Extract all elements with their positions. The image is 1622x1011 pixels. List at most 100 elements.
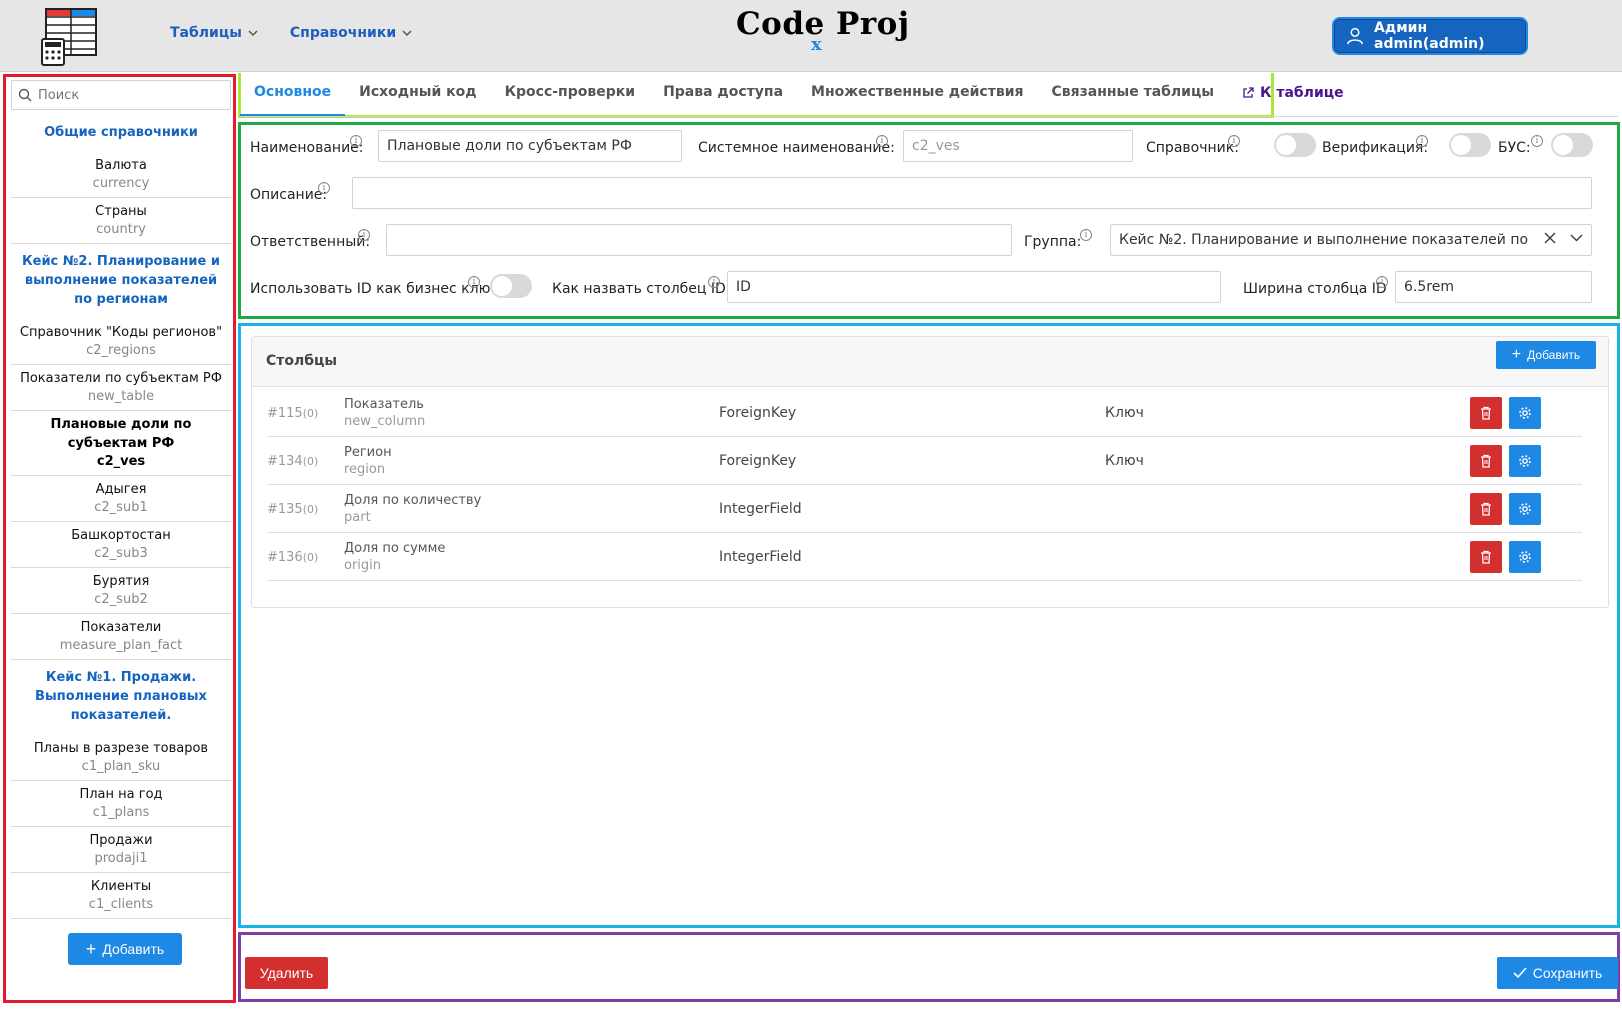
system-name-label: Системное наименование: [698,140,895,156]
sidebar-item-title: Валюта [95,158,147,173]
column-settings-button[interactable] [1509,541,1541,573]
sidebar-item[interactable]: Башкортостан c2_sub3 [11,522,231,568]
column-name: Доля по сумме origin [344,540,445,574]
bus-toggle[interactable] [1551,133,1593,157]
add-column-button[interactable]: + Добавить [1496,341,1596,369]
verification-toggle[interactable] [1449,133,1491,157]
column-id-value: #135 [267,502,303,517]
delete-column-button[interactable] [1470,397,1502,429]
sidebar-item-system-name: c2_regions [86,343,156,358]
info-icon[interactable]: i [1376,276,1388,288]
column-row: #115(0) Показатель new_column ForeignKey Клю… [267,388,1582,437]
column-type: IntegerField [719,501,802,517]
group-select[interactable]: Кейс №2. Планирование и выполнение показ… [1110,224,1592,256]
search-input[interactable] [38,87,218,103]
sidebar-item[interactable]: Показатели measure_plan_fact [11,614,231,660]
user-icon [1347,27,1363,45]
sidebar-item[interactable]: Планы в разрезе товаров c1_plan_sku [11,735,231,781]
sidebar-item-system-name: c2_sub2 [94,592,148,607]
save-label: Сохранить [1532,965,1603,981]
save-button[interactable]: Сохранить [1497,957,1618,989]
sidebar-add-button[interactable]: + Добавить [68,933,182,965]
info-icon[interactable]: i [708,276,720,288]
tab-bar: Основное Исходный код Кросс-проверки Пра… [240,78,1358,116]
chevron-down-icon[interactable] [1570,233,1583,243]
sidebar-item[interactable]: Валюта currency [11,152,231,198]
info-icon[interactable]: i [350,135,362,147]
delete-column-button[interactable] [1470,445,1502,477]
table-logo-icon[interactable] [40,7,100,67]
sidebar-item[interactable]: Показатели по субъектам РФ new_table [11,365,231,411]
nav-references[interactable]: Справочники [290,25,412,41]
tab-cross-checks[interactable]: Кросс-проверки [491,78,650,116]
sidebar-item-title: Плановые доли по субъектам РФ [50,417,192,451]
delete-button[interactable]: Удалить [245,957,328,989]
column-type: ForeignKey [719,405,797,421]
tab-main[interactable]: Основное [240,78,346,116]
nav-tables[interactable]: Таблицы [170,25,258,41]
info-icon[interactable]: i [1080,229,1092,241]
use-id-toggle[interactable] [490,274,532,298]
sidebar-item[interactable]: Бурятия c2_sub2 [11,568,231,614]
system-name-input[interactable]: c2_ves [903,130,1133,162]
reference-label: Справочник: [1146,140,1239,156]
sidebar-item[interactable]: Продажи prodaji1 [11,827,231,873]
footer-actions [238,932,1620,1002]
trash-icon [1481,454,1491,468]
id-column-name-input[interactable]: ID [727,271,1221,303]
reference-toggle[interactable] [1274,133,1316,157]
id-column-name-label: Как назвать столбец ID [552,281,726,297]
delete-column-button[interactable] [1470,541,1502,573]
group-select-value: Кейс №2. Планирование и выполнение показ… [1119,232,1529,248]
sidebar-item[interactable]: План на год c1_plans [11,781,231,827]
name-label: Наименование: [250,140,364,156]
id-column-width-input[interactable]: 6.5rem [1395,271,1592,303]
sidebar-item-system-name: country [96,222,146,237]
info-icon[interactable]: i [876,135,888,147]
column-title: Доля по количеству [344,493,482,508]
responsible-label: Ответственный: [250,234,371,250]
info-icon[interactable]: i [468,276,480,288]
column-usage-count: (0) [302,455,319,468]
sidebar-item[interactable]: Страны country [11,198,231,244]
column-settings-button[interactable] [1509,397,1541,429]
sidebar-item[interactable]: Клиенты c1_clients [11,873,231,919]
external-link-icon [1243,87,1254,98]
info-icon[interactable]: i [1531,135,1543,147]
column-settings-button[interactable] [1509,493,1541,525]
name-input[interactable]: Плановые доли по субъектам РФ [378,130,682,162]
delete-column-button[interactable] [1470,493,1502,525]
info-icon[interactable]: i [318,182,330,194]
sidebar-item-system-name: currency [92,176,150,191]
column-name: Показатель new_column [344,396,425,430]
tab-related-tables[interactable]: Связанные таблицы [1038,78,1229,116]
column-settings-button[interactable] [1509,445,1541,477]
info-icon[interactable]: i [1416,135,1428,147]
column-usage-count: (0) [302,551,319,564]
column-usage-count: (0) [302,407,319,420]
user-label: Админ admin(admin) [1374,20,1485,52]
info-icon[interactable]: i [1228,135,1240,147]
tab-bulk-actions[interactable]: Множественные действия [797,78,1037,116]
column-system-name: new_column [344,414,426,429]
responsible-input[interactable] [386,224,1012,256]
sidebar-item[interactable]: Справочник "Коды регионов" c2_regions [11,319,231,365]
tab-source-code[interactable]: Исходный код [345,78,490,116]
sidebar-item-system-name: new_table [87,389,155,404]
info-icon[interactable]: i [358,229,370,241]
sidebar-item-title: Бурятия [92,574,150,589]
clear-icon[interactable] [1544,232,1556,244]
group-label: Группа: [1024,234,1082,250]
top-bar: Таблицы Справочники Code Proj x Админ ad… [0,0,1622,72]
sidebar-item[interactable]: Адыгея c2_sub1 [11,476,231,522]
column-usage-count: (0) [302,503,319,516]
sidebar-item[interactable]: Плановые доли по субъектам РФ c2_ves [11,411,231,476]
search-icon [18,88,32,102]
column-key: Ключ [1105,453,1144,469]
tab-access-rights[interactable]: Права доступа [649,78,797,116]
tab-to-table-link[interactable]: К таблице [1228,78,1358,116]
description-input[interactable] [352,177,1592,209]
user-menu-button[interactable]: Админ admin(admin) [1332,17,1528,55]
brand-title: Code Proj [736,6,910,42]
main-nav: Таблицы Справочники [170,25,412,41]
